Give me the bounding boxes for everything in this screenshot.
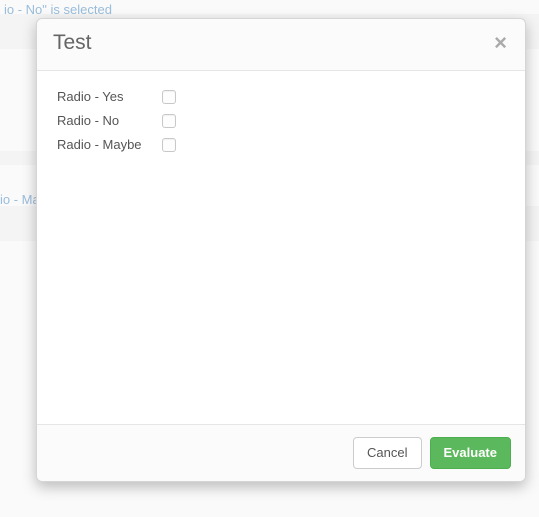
option-row: Radio - No bbox=[57, 113, 505, 128]
modal-header: Test × bbox=[37, 19, 525, 71]
option-label: Radio - No bbox=[57, 113, 162, 128]
option-checkbox-yes[interactable] bbox=[162, 90, 176, 104]
option-checkbox-no[interactable] bbox=[162, 114, 176, 128]
evaluate-button[interactable]: Evaluate bbox=[430, 437, 511, 469]
close-icon[interactable]: × bbox=[492, 32, 509, 54]
cancel-button[interactable]: Cancel bbox=[353, 437, 421, 469]
modal-footer: Cancel Evaluate bbox=[37, 424, 525, 481]
modal-body: Radio - Yes Radio - No Radio - Maybe bbox=[37, 71, 525, 424]
test-modal: Test × Radio - Yes Radio - No Radio - Ma… bbox=[36, 18, 526, 482]
option-label: Radio - Maybe bbox=[57, 137, 162, 152]
option-row: Radio - Yes bbox=[57, 89, 505, 104]
option-checkbox-maybe[interactable] bbox=[162, 138, 176, 152]
option-row: Radio - Maybe bbox=[57, 137, 505, 152]
option-label: Radio - Yes bbox=[57, 89, 162, 104]
modal-title: Test bbox=[53, 31, 92, 55]
